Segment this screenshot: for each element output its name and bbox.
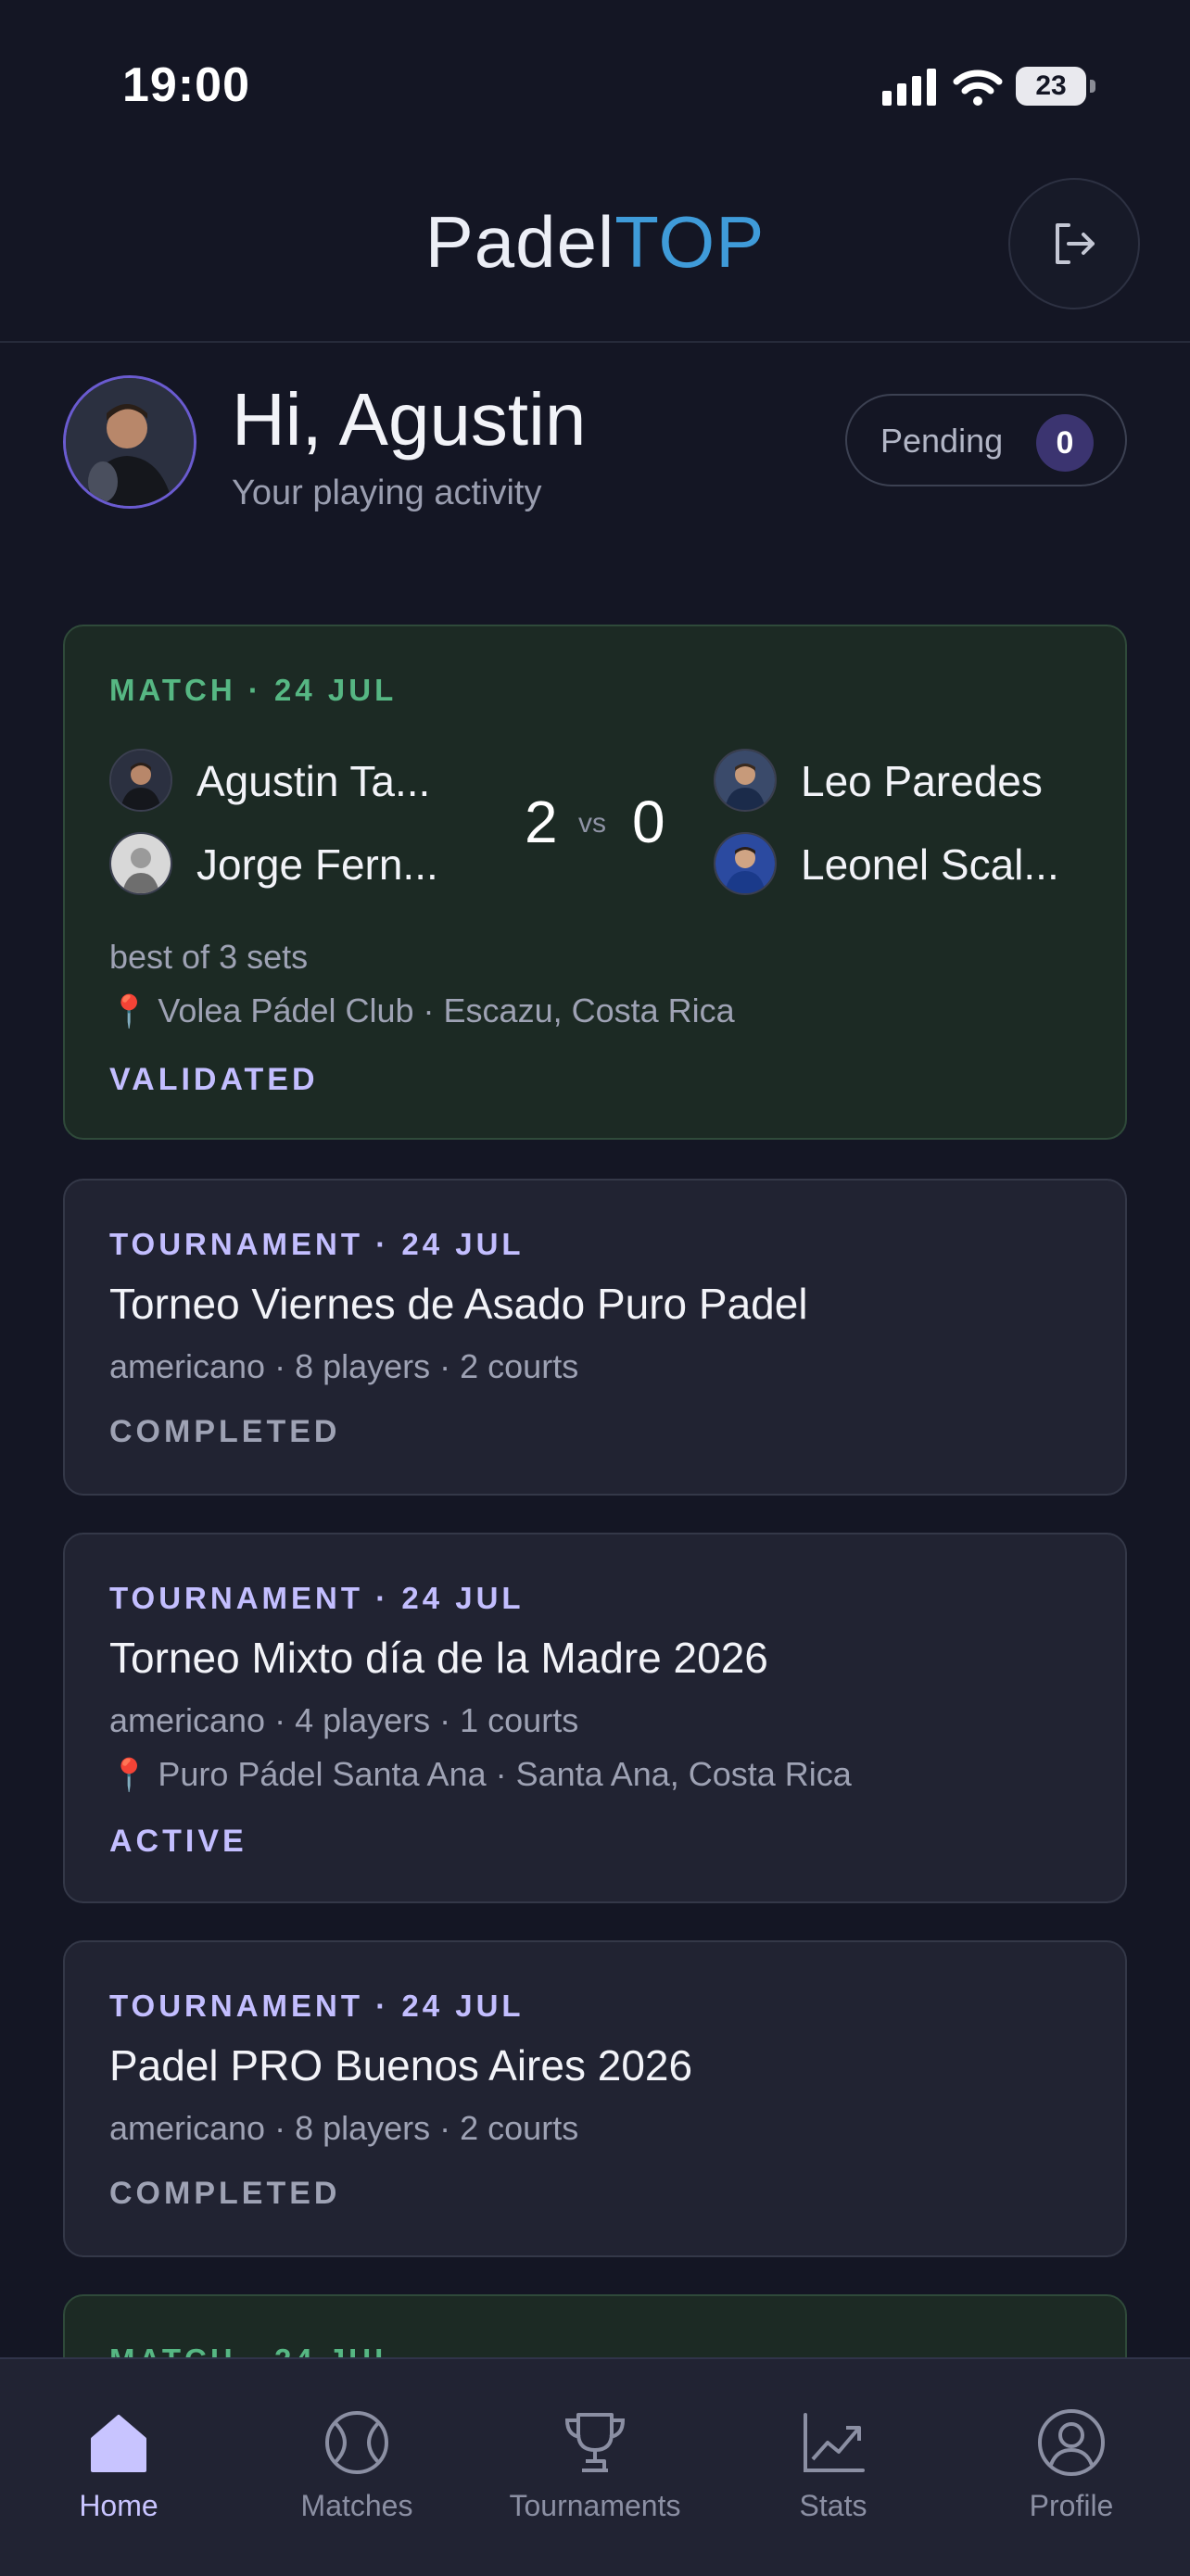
vs-label: vs xyxy=(578,808,606,839)
card-eyebrow: TOURNAMENT · 24 JUL xyxy=(109,1227,525,1261)
tab-label: Matches xyxy=(300,2489,413,2522)
match-format: best of 3 sets xyxy=(109,938,309,976)
card-eyebrow: TOURNAMENT · 24 JUL xyxy=(109,1581,525,1615)
tab-label: Stats xyxy=(799,2489,867,2522)
tab-label: Home xyxy=(79,2489,158,2522)
pending-count-badge: 0 xyxy=(1036,414,1094,472)
greeting-section: Hi, Agustin Your playing activity Pendin… xyxy=(0,375,1190,514)
tournament-card[interactable]: TOURNAMENT · 24 JUL Torneo Viernes de As… xyxy=(63,1179,1127,1496)
battery-icon: 23 xyxy=(1016,67,1097,107)
tab-tournaments[interactable]: Tournaments xyxy=(476,2359,714,2576)
tournament-title: Padel PRO Buenos Aires 2026 xyxy=(109,2041,693,2090)
tournament-meta: americano · 8 players · 2 courts xyxy=(109,1347,579,1385)
tournament-meta: americano · 4 players · 1 courts xyxy=(109,1701,579,1739)
team2-score: 0 xyxy=(632,789,665,855)
status-bar: 19:00 23 xyxy=(0,0,1190,139)
pending-button[interactable]: Pending 0 xyxy=(845,394,1127,486)
tournament-location: 📍 Puro Pádel Santa Ana · Santa Ana, Costa… xyxy=(109,1755,852,1793)
trophy-icon xyxy=(564,2413,626,2472)
tennis-ball-icon xyxy=(325,2411,388,2474)
tab-home[interactable]: Home xyxy=(0,2359,237,2576)
chart-icon xyxy=(804,2413,865,2472)
card-eyebrow: TOURNAMENT · 24 JUL xyxy=(109,1989,525,2023)
player-avatar xyxy=(109,749,172,812)
logout-icon xyxy=(1056,223,1095,264)
app-header: PadelTOP xyxy=(0,139,1190,343)
status-badge: ACTIVE xyxy=(109,1824,247,1859)
player-name: Agustin Ta... xyxy=(196,757,431,805)
tab-profile[interactable]: Profile xyxy=(953,2359,1190,2576)
tab-stats[interactable]: Stats xyxy=(715,2359,952,2576)
user-icon xyxy=(1038,2409,1105,2476)
greeting-subtitle: Your playing activity xyxy=(232,474,542,512)
status-badge: COMPLETED xyxy=(109,2176,341,2211)
tournament-title: Torneo Viernes de Asado Puro Padel xyxy=(109,1280,808,1328)
status-badge: COMPLETED xyxy=(109,1414,341,1449)
logout-button[interactable] xyxy=(1008,178,1140,309)
status-badge: VALIDATED xyxy=(109,1062,319,1097)
card-eyebrow: MATCH · 24 JUL xyxy=(109,673,398,707)
tournament-card[interactable]: TOURNAMENT · 24 JUL Torneo Mixto día de … xyxy=(63,1533,1127,1903)
tournament-card[interactable]: TOURNAMENT · 24 JUL Padel PRO Buenos Air… xyxy=(63,1940,1127,2257)
player-name: Jorge Fern... xyxy=(196,840,438,889)
player-avatar xyxy=(109,832,172,895)
cellular-signal-icon xyxy=(882,69,936,106)
bottom-tab-bar: Home Matches Tournaments Stats Profile xyxy=(0,2357,1190,2576)
match-location: 📍 Volea Pádel Club · Escazu, Costa Rica xyxy=(109,991,735,1029)
match-card[interactable]: MATCH · 24 JUL Agustin Ta... Jorge Fern.… xyxy=(63,625,1127,1140)
location-pin-icon: 📍 xyxy=(109,994,149,1029)
home-icon xyxy=(91,2415,146,2472)
team1-score: 2 xyxy=(525,789,558,855)
status-time: 19:00 xyxy=(122,58,250,112)
wifi-icon xyxy=(953,69,1003,106)
tab-label: Tournaments xyxy=(509,2489,681,2522)
tournament-meta: americano · 8 players · 2 courts xyxy=(109,2109,579,2147)
battery-level: 23 xyxy=(1016,67,1086,106)
player-avatar xyxy=(714,749,777,812)
player-name: Leonel Scal... xyxy=(801,840,1059,889)
tab-label: Profile xyxy=(1029,2489,1114,2522)
player-avatar xyxy=(714,832,777,895)
pending-label: Pending xyxy=(880,422,1004,460)
tournament-title: Torneo Mixto día de la Madre 2026 xyxy=(109,1634,768,1682)
location-pin-icon: 📍 xyxy=(109,1758,149,1793)
tab-matches[interactable]: Matches xyxy=(238,2359,475,2576)
player-name: Leo Paredes xyxy=(801,757,1043,805)
avatar[interactable] xyxy=(63,375,196,509)
greeting-title: Hi, Agustin xyxy=(232,378,587,461)
